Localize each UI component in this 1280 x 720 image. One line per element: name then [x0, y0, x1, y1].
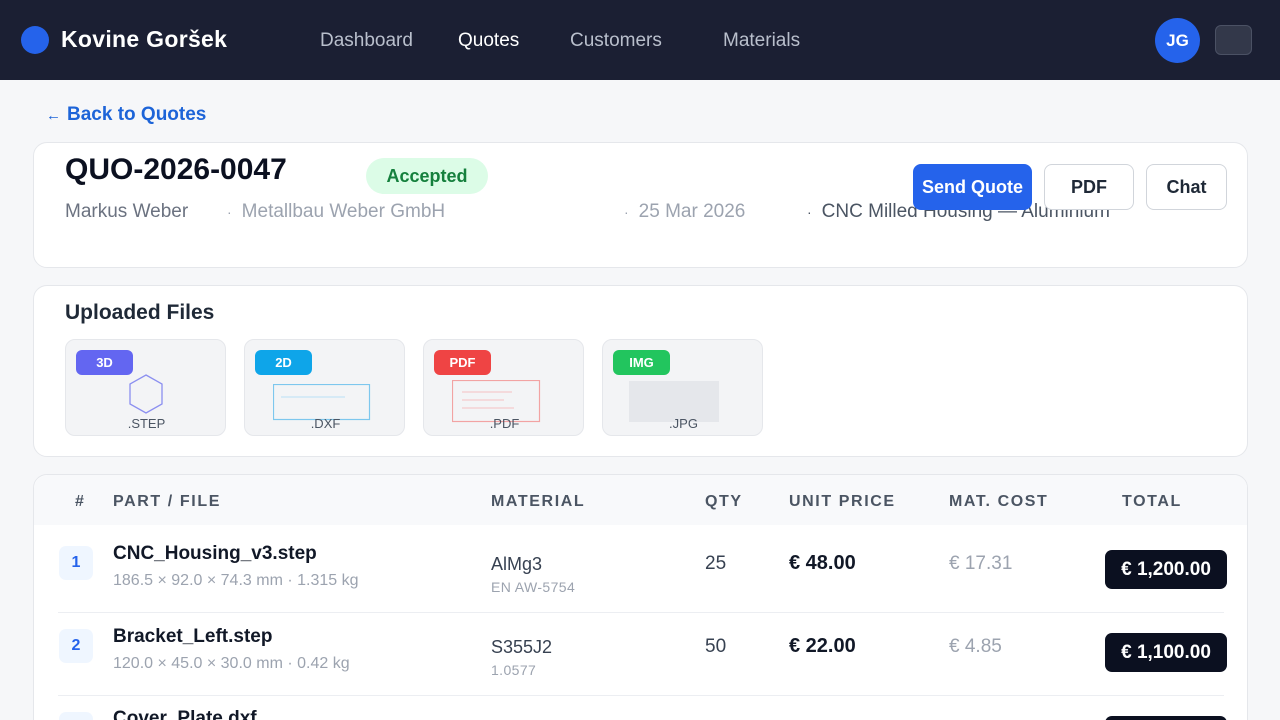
- nav-dashboard[interactable]: Dashboard: [320, 30, 413, 52]
- brand-logo-icon: [21, 26, 49, 54]
- file-extension: .DXF: [310, 416, 341, 431]
- brand-name: Kovine Goršek: [61, 26, 228, 52]
- row-divider: [58, 612, 1224, 613]
- row-number: [59, 712, 93, 720]
- top-navbar: Kovine Goršek Dashboard Quotes Customers…: [0, 0, 1280, 80]
- file-type-badge: 2D: [255, 350, 312, 375]
- header-mat-cost: MAT. COST: [949, 493, 1049, 510]
- back-link-label: Back to Quotes: [67, 104, 207, 125]
- header-unit-price: UNIT PRICE: [789, 493, 896, 510]
- quote-date: · 25 Mar 2026: [624, 201, 746, 222]
- header-num: #: [75, 493, 86, 510]
- file-extension: .JPG: [669, 416, 698, 431]
- back-arrow-icon: ←: [46, 107, 61, 124]
- part-name[interactable]: Bracket_Left.step: [113, 626, 272, 648]
- uploaded-files-title: Uploaded Files: [65, 301, 215, 324]
- file-tile-pdf[interactable]: PDF .PDF: [423, 339, 584, 436]
- cube-icon: [129, 374, 163, 414]
- nav-quotes[interactable]: Quotes: [458, 30, 519, 52]
- parts-table-card: # PART / FILE MATERIAL QTY UNIT PRICE MA…: [33, 474, 1248, 720]
- line-total: [1105, 716, 1227, 720]
- material-code: EN AW-5754: [491, 579, 576, 595]
- quantity: 25: [705, 553, 727, 574]
- file-extension: .PDF: [489, 416, 520, 431]
- quantity: 50: [705, 636, 727, 657]
- chat-button[interactable]: Chat: [1146, 164, 1227, 210]
- menu-button[interactable]: [1215, 25, 1252, 55]
- file-tile-jpg[interactable]: IMG .JPG: [602, 339, 763, 436]
- row-number: 1: [59, 546, 93, 580]
- unit-price: € 22.00: [789, 635, 856, 657]
- file-extension: .STEP: [127, 416, 166, 431]
- part-name[interactable]: CNC_Housing_v3.step: [113, 543, 317, 565]
- line-total: € 1,100.00: [1105, 633, 1227, 672]
- material-name: S355J2: [491, 637, 553, 657]
- quote-id: QUO-2026-0047: [65, 153, 287, 186]
- header-qty: QTY: [705, 493, 743, 510]
- row-number: 2: [59, 629, 93, 663]
- status-badge: Accepted: [366, 158, 488, 194]
- nav-customers[interactable]: Customers: [570, 30, 662, 52]
- material-cost: € 4.85: [949, 636, 1002, 657]
- line-total: € 1,200.00: [1105, 550, 1227, 589]
- unit-price: € 48.00: [789, 552, 856, 574]
- part-dimensions: 120.0 × 45.0 × 30.0 mm · 0.42 kg: [113, 655, 350, 672]
- material-cost: € 17.31: [949, 553, 1013, 574]
- file-type-badge: IMG: [613, 350, 670, 375]
- row-divider: [58, 695, 1224, 696]
- uploaded-files-card: Uploaded Files 3D .STEP 2D .DXF PDF .PDF…: [33, 285, 1248, 457]
- table-header: # PART / FILE MATERIAL QTY UNIT PRICE MA…: [34, 475, 1247, 525]
- material-name: AlMg3: [491, 554, 543, 574]
- header-part: PART / FILE: [113, 493, 221, 510]
- header-total: TOTAL: [1122, 493, 1182, 510]
- file-tile-dxf[interactable]: 2D .DXF: [244, 339, 405, 436]
- nav-materials[interactable]: Materials: [723, 30, 800, 52]
- material-code: 1.0577: [491, 662, 537, 678]
- quote-header-card: QUO-2026-0047 Accepted Markus Weber · Met…: [33, 142, 1248, 268]
- company-name: · Metallbau Weber GmbH: [227, 201, 446, 222]
- send-quote-button[interactable]: Send Quote: [913, 164, 1032, 210]
- part-dimensions: 186.5 × 92.0 × 74.3 mm · 1.315 kg: [113, 572, 359, 589]
- user-avatar[interactable]: JG: [1155, 18, 1200, 63]
- part-name[interactable]: Cover_Plate.dxf: [113, 708, 257, 720]
- header-material: MATERIAL: [491, 493, 586, 510]
- file-type-badge: 3D: [76, 350, 133, 375]
- pdf-button[interactable]: PDF: [1044, 164, 1134, 210]
- file-type-badge: PDF: [434, 350, 491, 375]
- customer-name: Markus Weber: [65, 201, 189, 222]
- file-tile-step[interactable]: 3D .STEP: [65, 339, 226, 436]
- back-to-quotes-link[interactable]: ← Back to Quotes: [46, 104, 206, 126]
